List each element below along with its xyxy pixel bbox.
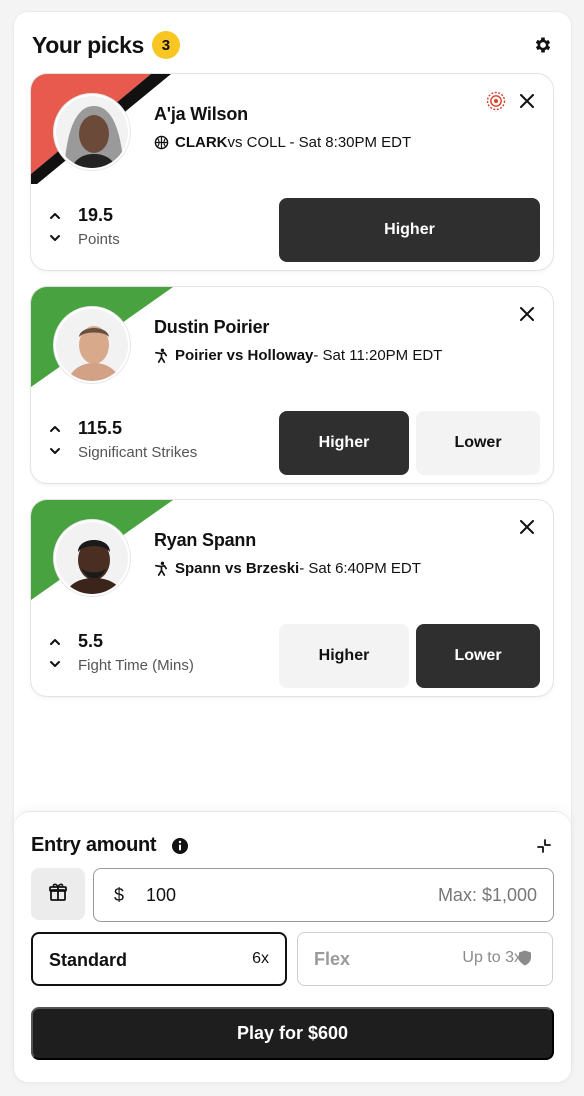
gift-button[interactable] [31,868,85,920]
gift-icon [48,882,68,907]
shield-icon [518,950,532,966]
gear-icon[interactable] [531,33,555,57]
higher-button[interactable]: Higher [279,198,540,262]
collapse-icon[interactable] [537,839,551,853]
matchup-team: CLARK [175,134,228,151]
matchup: CLARK vs COLL - Sat 8:30PM EDT [154,134,411,151]
line-adjuster [47,421,63,459]
flex-multiplier: Up to 3x [462,949,522,966]
stat-name: Significant Strikes [78,444,198,461]
matchup-team: Spann vs Brzeski [175,560,300,577]
close-icon[interactable] [517,517,537,537]
chevron-down-icon[interactable] [47,443,63,459]
page-title: Your picks [32,31,144,58]
line-adjuster [47,634,63,672]
stat-name: Fight Time (Mins) [78,657,194,674]
pick-card: Ryan Spann Spann vs Brzeski - Sat 6:40PM… [31,500,553,696]
standard-multiplier: 6x [252,950,269,967]
chevron-down-icon[interactable] [47,230,63,246]
matchup-details: - Sat 11:20PM EDT [313,347,443,364]
entry-amount-value[interactable]: 100 [146,885,176,906]
basketball-icon [154,135,170,151]
target-icon[interactable] [485,90,507,112]
pick-card: Dustin Poirier Poirier vs Holloway - Sat… [31,287,553,483]
standard-label: Standard [49,950,128,970]
lower-button[interactable]: Lower [416,411,540,475]
matchup-details: vs COLL - Sat 8:30PM EDT [227,134,412,151]
pick-card: A'ja Wilson CLARK vs COLL - Sat 8:30PM E… [31,74,553,270]
entry-section: Entry amount $ 100 Max: $1,000 Standard … [14,812,571,1082]
player-name: Dustin Poirier [154,317,270,337]
matchup-details: - Sat 6:40PM EDT [299,560,421,577]
max-amount: Max: $1,000 [437,885,537,905]
line-adjuster [47,208,63,246]
flex-mode-option[interactable]: Flex Up to 3x [297,932,553,986]
matchup: Spann vs Brzeski - Sat 6:40PM EDT [154,560,421,577]
picks-count-badge: 3 [151,31,180,59]
chevron-up-icon[interactable] [47,421,63,437]
standard-mode-option[interactable]: Standard 6x [31,932,287,986]
player-avatar [54,94,130,170]
player-name: A'ja Wilson [154,104,248,124]
line-value: 115.5 [78,418,123,438]
chevron-up-icon[interactable] [47,634,63,650]
play-button[interactable]: Play for $600 [31,1007,554,1060]
line-value: 19.5 [78,205,114,225]
currency-symbol: $ [114,885,125,905]
higher-button[interactable]: Higher [279,411,409,475]
entry-amount-input[interactable]: $ 100 Max: $1,000 [93,868,554,922]
higher-button[interactable]: Higher [279,624,409,688]
entry-title: Entry amount [31,834,157,856]
player-avatar [54,520,130,596]
chevron-down-icon[interactable] [47,656,63,672]
matchup-team: Poirier vs Holloway [175,347,314,364]
player-avatar [54,307,130,383]
close-icon[interactable] [517,304,537,324]
close-icon[interactable] [517,91,537,111]
line-value: 5.5 [78,631,104,651]
info-icon[interactable] [171,837,189,855]
picks-header: Your picks 3 [32,30,555,60]
lower-button[interactable]: Lower [416,624,540,688]
fighter-icon [154,348,170,364]
flex-label: Flex [314,949,351,969]
chevron-up-icon[interactable] [47,208,63,224]
stat-name: Points [78,231,120,248]
player-name: Ryan Spann [154,530,257,550]
matchup: Poirier vs Holloway - Sat 11:20PM EDT [154,347,442,364]
fighter-icon [154,561,170,577]
